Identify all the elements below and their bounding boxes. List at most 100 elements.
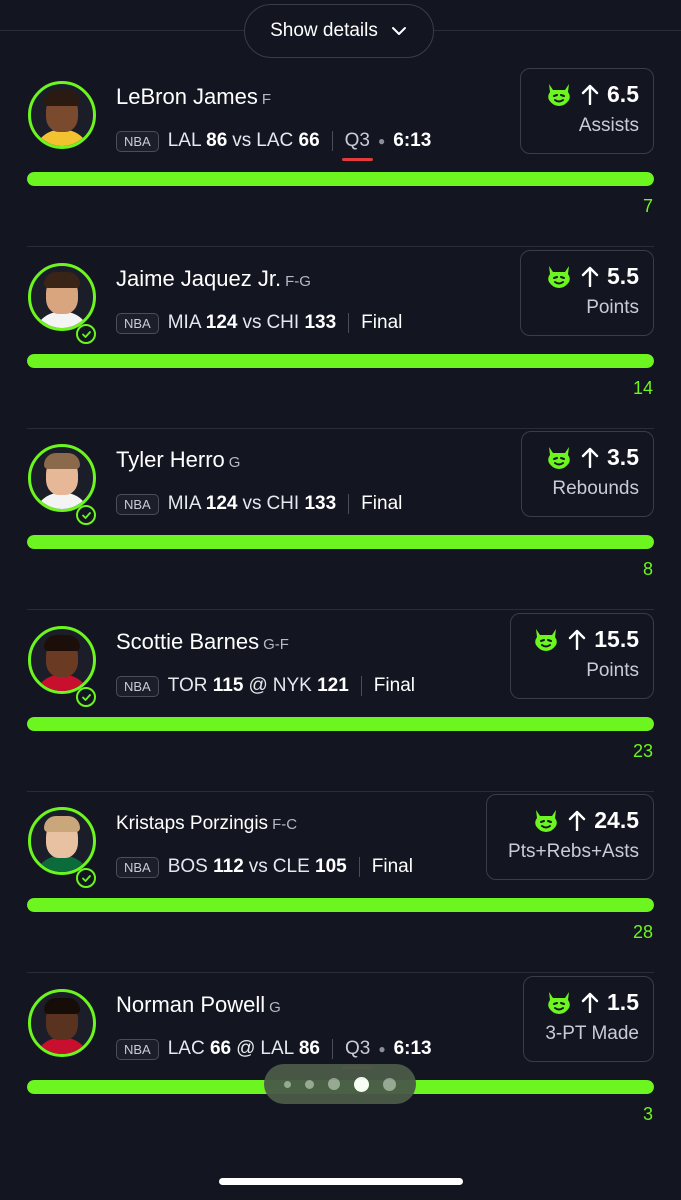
- page-indicator[interactable]: [264, 1064, 416, 1104]
- pick-line-box[interactable]: 6.5 Assists: [520, 68, 654, 154]
- player-position: G-F: [263, 636, 289, 653]
- game-status: Final: [371, 856, 413, 877]
- pick-card[interactable]: LeBron James F NBA LAL 86 vs LAC 66 Q3 ● 6:13 6.5…: [0, 66, 681, 247]
- pick-card[interactable]: Jaime Jaquez Jr. F-G NBA MIA 124 vs CHI 133 Fi…: [0, 248, 681, 429]
- pick-line-box[interactable]: 3.5 Rebounds: [521, 431, 654, 517]
- pick-line-box[interactable]: 15.5 Points: [510, 613, 654, 699]
- page-dot[interactable]: [383, 1077, 396, 1091]
- pick-line-value: 1.5: [607, 988, 639, 1015]
- matchup-connector: vs: [248, 856, 268, 877]
- player-position: F-G: [285, 273, 311, 290]
- player-avatar: [28, 263, 96, 331]
- check-icon: [76, 324, 96, 344]
- player-name-row[interactable]: Norman Powell G: [116, 992, 281, 1018]
- player-name-row[interactable]: LeBron James F: [116, 84, 271, 110]
- pick-card[interactable]: Tyler Herro G NBA MIA 124 vs CHI 133 Final 3.5 R…: [0, 429, 681, 610]
- separator-dot: ●: [378, 134, 386, 148]
- player-name-row[interactable]: Kristaps Porzingis F-C: [116, 813, 297, 835]
- league-badge: NBA: [116, 856, 159, 878]
- divider: [331, 1039, 333, 1059]
- player-name-row[interactable]: Tyler Herro G: [116, 447, 240, 473]
- pick-line-value: 24.5: [594, 806, 639, 833]
- pick-line-box[interactable]: 1.5 3-PT Made: [523, 976, 654, 1062]
- league-badge: NBA: [116, 130, 159, 152]
- arrow-up-icon: [568, 809, 586, 831]
- player-name: Norman Powell: [116, 992, 266, 1017]
- page-dot[interactable]: [305, 1079, 314, 1089]
- pick-stat-type: Points: [586, 660, 639, 681]
- pick-line-box[interactable]: 24.5 Pts+Rebs+Asts: [486, 794, 654, 880]
- team2-score: LAC 66: [256, 130, 320, 151]
- game-info: NBA BOS 112 vs CLE 105 Final: [116, 854, 413, 880]
- actual-stat-value: 23: [632, 741, 653, 761]
- player-position: G: [228, 454, 241, 471]
- pick-stat-type: 3-PT Made: [545, 1023, 639, 1044]
- player-name-row[interactable]: Scottie Barnes G-F: [116, 629, 289, 655]
- game-info: NBA TOR 115 @ NYK 121 Final: [116, 673, 415, 699]
- game-info: NBA LAL 86 vs LAC 66 Q3 ● 6:13: [116, 128, 432, 161]
- player-position: G: [269, 999, 281, 1016]
- pick-line-value: 5.5: [607, 262, 639, 289]
- page-dot[interactable]: [328, 1078, 340, 1090]
- team1-score: MIA 124: [167, 493, 238, 514]
- actual-stat-value: 3: [642, 1104, 653, 1124]
- pick-stat-type: Points: [586, 297, 639, 318]
- show-details-button[interactable]: Show details: [244, 4, 434, 58]
- pick-stat-type: Rebounds: [552, 478, 639, 499]
- pick-stat-type: Assists: [578, 115, 639, 136]
- team2-score: CLE 105: [272, 856, 347, 877]
- matchup-connector: vs: [232, 130, 252, 151]
- pick-line-value: 6.5: [607, 80, 639, 107]
- player-name: Kristaps Porzingis: [116, 813, 269, 834]
- demon-icon: [532, 807, 560, 833]
- home-indicator[interactable]: [219, 1178, 463, 1185]
- check-icon: [76, 505, 96, 525]
- page-dot[interactable]: [354, 1076, 369, 1092]
- arrow-up-icon: [568, 628, 586, 650]
- player-position: F: [261, 91, 272, 108]
- picks-screen: Show details LeBron James F NBA LAL 86 vs LAC…: [0, 0, 681, 1200]
- game-status: Final: [361, 493, 403, 514]
- progress-bar: [27, 354, 654, 368]
- page-dot[interactable]: [284, 1080, 291, 1088]
- league-badge: NBA: [116, 675, 159, 697]
- show-details-label: Show details: [270, 20, 378, 41]
- pick-line-box[interactable]: 5.5 Points: [520, 250, 654, 336]
- player-name: LeBron James: [116, 84, 258, 109]
- arrow-up-icon: [581, 991, 599, 1013]
- demon-icon: [545, 81, 573, 107]
- arrow-up-icon: [581, 446, 599, 468]
- pick-card[interactable]: Scottie Barnes G-F NBA TOR 115 @ NYK 121 Final…: [0, 611, 681, 792]
- matchup-connector: vs: [242, 493, 262, 514]
- progress-fill: [27, 172, 654, 186]
- actual-stat-value: 7: [642, 196, 653, 216]
- demon-icon: [545, 989, 573, 1015]
- divider: [348, 494, 350, 514]
- progress-fill: [27, 354, 654, 368]
- progress-fill: [27, 717, 654, 731]
- pick-card[interactable]: Kristaps Porzingis F-C NBA BOS 112 vs CLE 105…: [0, 792, 681, 973]
- game-info: NBA LAC 66 @ LAL 86 Q3 ● 6:13: [116, 1036, 432, 1069]
- game-info: NBA MIA 124 vs CHI 133 Final: [116, 310, 402, 336]
- matchup-connector: @: [236, 1038, 256, 1059]
- team1-score: LAL 86: [167, 130, 228, 151]
- card-divider: [27, 609, 654, 610]
- actual-stat-value: 14: [632, 378, 653, 398]
- team2-score: CHI 133: [266, 493, 337, 514]
- arrow-up-icon: [581, 83, 599, 105]
- player-avatar: [28, 626, 96, 694]
- player-name-row[interactable]: Jaime Jaquez Jr. F-G: [116, 266, 311, 292]
- progress-bar: [27, 535, 654, 549]
- check-icon: [76, 868, 96, 888]
- player-avatar: [28, 444, 96, 512]
- game-clock: 6:13: [393, 130, 432, 151]
- player-position: F-C: [272, 816, 298, 833]
- team2-score: NYK 121: [272, 675, 349, 696]
- check-icon: [76, 687, 96, 707]
- card-divider: [27, 972, 654, 973]
- team1-score: MIA 124: [167, 312, 238, 333]
- player-name: Tyler Herro: [116, 447, 225, 472]
- player-name: Jaime Jaquez Jr.: [116, 266, 282, 291]
- team1-score: TOR 115: [167, 675, 244, 696]
- league-badge: NBA: [116, 312, 159, 334]
